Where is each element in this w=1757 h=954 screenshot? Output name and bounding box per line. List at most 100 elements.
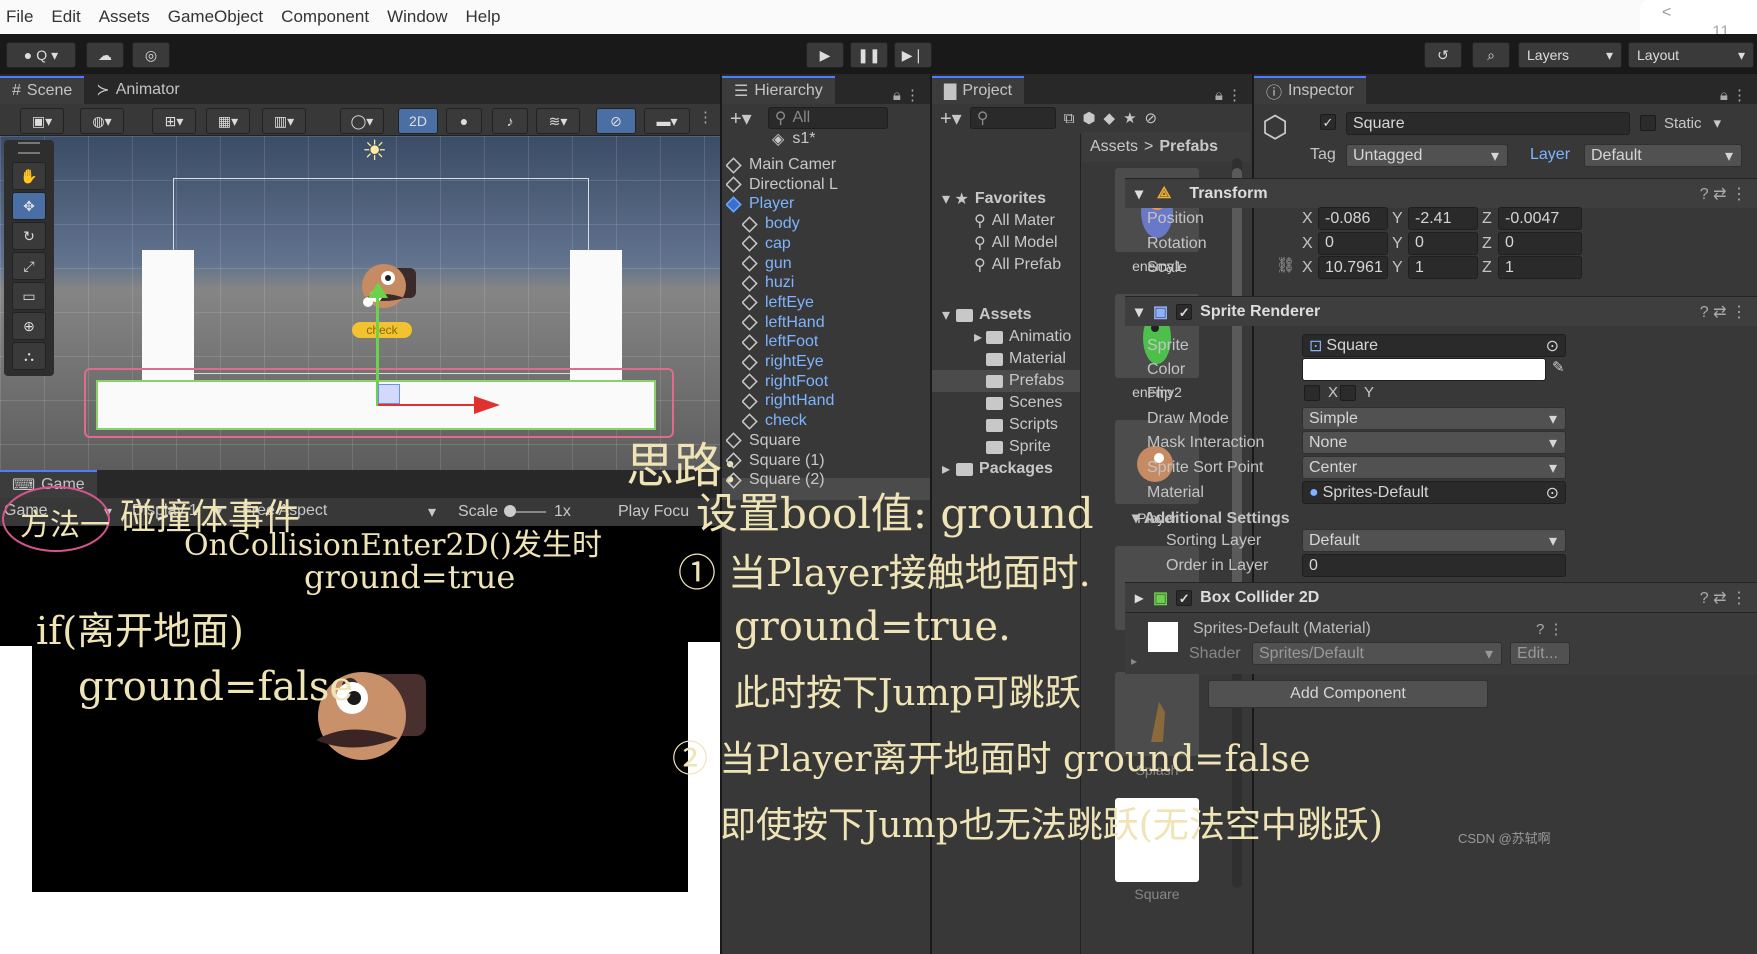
camera-icon[interactable]: ▬▾: [644, 108, 690, 134]
audio-icon[interactable]: ♪: [492, 108, 528, 134]
folder-material[interactable]: Material: [986, 348, 1066, 370]
check-object[interactable]: check: [352, 322, 412, 338]
hierarchy-item[interactable]: rightEye: [742, 351, 824, 373]
grid-icon[interactable]: ▦▾: [206, 108, 250, 134]
hierarchy-item[interactable]: Square: [726, 430, 801, 452]
shading-icon[interactable]: ◯▾: [340, 108, 384, 134]
filter-icon[interactable]: ⧉: [1064, 110, 1075, 127]
project-search[interactable]: ⚲: [969, 107, 1056, 129]
gizmo-plane-handle[interactable]: [378, 384, 400, 404]
menu-component[interactable]: Component: [281, 7, 369, 27]
scale-slider[interactable]: Scale 1x: [444, 503, 604, 521]
hand-tool-icon[interactable]: ✋: [12, 162, 46, 190]
fav-all-models[interactable]: ⚲ All Model: [974, 232, 1058, 254]
move-tool-icon[interactable]: ✥: [12, 192, 46, 220]
breadcrumb-assets[interactable]: Assets: [1090, 138, 1138, 156]
pause-button[interactable]: ❚❚: [850, 42, 888, 68]
sprite-renderer-header[interactable]: ▾ ▣ ✓ Sprite Renderer? ⇄ ⋮: [1125, 296, 1757, 326]
history-icon[interactable]: ↺: [1424, 42, 1462, 68]
rect-tool-icon[interactable]: ▭: [12, 282, 46, 310]
material-foldout-icon[interactable]: ▸: [1131, 654, 1137, 668]
assets-header[interactable]: ▾ Assets: [942, 304, 1032, 326]
scale-tool-icon[interactable]: ⤢: [12, 252, 46, 280]
sprite-renderer-enabled[interactable]: ✓: [1176, 303, 1193, 320]
transform-tool-icon[interactable]: ⊕: [12, 312, 46, 340]
hierarchy-item[interactable]: body: [742, 213, 800, 235]
component-menu-icon[interactable]: ? ⇄ ⋮: [1700, 588, 1747, 608]
flip-x-checkbox[interactable]: X: [1304, 384, 1338, 401]
favorites-header[interactable]: ▾ ★ Favorites: [942, 188, 1046, 210]
draw-mode-dropdown[interactable]: Simple ▾: [1302, 407, 1566, 430]
sorting-layer-dropdown[interactable]: Default ▾: [1302, 529, 1566, 552]
folder-scenes[interactable]: Scenes: [986, 392, 1062, 414]
sort-point-dropdown[interactable]: Center ▾: [1302, 456, 1566, 479]
hierarchy-search[interactable]: ⚲ All: [767, 107, 888, 129]
globe-icon[interactable]: ◍▾: [80, 108, 124, 134]
label-icon[interactable]: ◆: [1104, 109, 1116, 127]
increment-icon[interactable]: ▥▾: [262, 108, 306, 134]
hierarchy-item[interactable]: rightHand: [742, 390, 834, 412]
tab-inspector[interactable]: ⓘ Inspector: [1254, 76, 1366, 104]
rotate-tool-icon[interactable]: ↻: [12, 222, 46, 250]
transform-x-field[interactable]: 0: [1318, 231, 1388, 255]
hierarchy-item[interactable]: Main Camer: [726, 154, 836, 176]
menu-window[interactable]: Window: [387, 7, 447, 27]
play-button[interactable]: ▶: [806, 42, 844, 68]
folder-animation[interactable]: ▸ Animatio: [974, 326, 1071, 348]
inspector-lock-icon[interactable]: 🔒︎ ⋮: [1720, 86, 1747, 104]
menu-gameobject[interactable]: GameObject: [168, 7, 263, 27]
menu-help[interactable]: Help: [466, 7, 501, 27]
breadcrumb-prefabs[interactable]: Prefabs: [1159, 138, 1218, 156]
transform-header[interactable]: ▾ ⟁ Transform? ⇄ ⋮: [1125, 178, 1757, 208]
fav-all-prefabs[interactable]: ⚲ All Prefab: [974, 254, 1061, 276]
menu-edit[interactable]: Edit: [51, 7, 80, 27]
tab-scene[interactable]: # Scene: [0, 76, 85, 104]
light-icon[interactable]: ●: [446, 108, 482, 134]
mask-dropdown[interactable]: None ▾: [1302, 431, 1566, 454]
visibility-icon[interactable]: ⊘: [596, 108, 636, 134]
object-name-field[interactable]: Square: [1346, 112, 1630, 135]
add-component-button[interactable]: Add Component: [1208, 680, 1488, 708]
hierarchy-item[interactable]: huzi: [742, 272, 794, 294]
star-icon[interactable]: ★: [1123, 109, 1136, 127]
hierarchy-item[interactable]: leftHand: [742, 312, 825, 334]
layers-dropdown[interactable]: Layers ▾: [1518, 42, 1622, 68]
type-icon[interactable]: ⬢: [1082, 109, 1095, 127]
tab-project[interactable]: ▇ Project: [932, 76, 1025, 104]
snap-icon[interactable]: ⊞▾: [152, 108, 196, 134]
transform-z-field[interactable]: -0.0047: [1498, 207, 1582, 230]
hierarchy-item[interactable]: cap: [742, 233, 791, 255]
sprite-field[interactable]: ⊡ Square ⊙: [1302, 334, 1566, 357]
edit-shader-button[interactable]: Edit...: [1510, 642, 1570, 665]
additional-settings-foldout[interactable]: ▾ Additional Settings: [1132, 508, 1290, 528]
transform-z-field[interactable]: 0: [1498, 231, 1582, 255]
folder-scripts[interactable]: Scripts: [986, 414, 1058, 436]
color-swatch[interactable]: [1302, 358, 1546, 381]
mode-2d-button[interactable]: 2D: [398, 108, 438, 134]
collab-icon[interactable]: ◎: [132, 42, 170, 68]
flip-y-checkbox[interactable]: Y: [1340, 384, 1374, 401]
play-focus-select[interactable]: Play Focu: [604, 503, 689, 521]
hierarchy-item[interactable]: leftEye: [742, 292, 814, 314]
folder-prefabs[interactable]: Prefabs: [986, 370, 1064, 392]
lock-icon[interactable]: 🔒︎ ⋮: [893, 86, 920, 104]
material-field[interactable]: ● Sprites-Default ⊙: [1302, 481, 1566, 504]
transform-x-field[interactable]: -0.086: [1318, 207, 1388, 230]
add-icon[interactable]: +▾: [730, 106, 752, 131]
hierarchy-item[interactable]: Directional L: [726, 174, 838, 196]
transform-z-field[interactable]: 1: [1498, 256, 1582, 279]
folder-sprite[interactable]: Sprite: [986, 436, 1051, 458]
hierarchy-item[interactable]: Player: [726, 193, 794, 215]
component-menu-icon[interactable]: ? ⇄ ⋮: [1700, 302, 1747, 322]
project-add-icon[interactable]: +▾: [940, 106, 962, 131]
transform-y-field[interactable]: 1: [1408, 256, 1478, 279]
tab-animator[interactable]: ≻ Animator: [84, 76, 191, 104]
tag-dropdown[interactable]: Untagged ▾: [1346, 144, 1508, 167]
scene-root[interactable]: ◈ s1*: [772, 128, 815, 150]
transform-y-field[interactable]: 0: [1408, 231, 1478, 255]
hierarchy-item[interactable]: leftFoot: [742, 331, 818, 353]
active-checkbox[interactable]: ✓: [1320, 114, 1344, 131]
box-collider-enabled[interactable]: ✓: [1176, 589, 1193, 606]
menu-file[interactable]: File: [6, 7, 33, 27]
object-picker-icon[interactable]: ⊙: [1546, 336, 1559, 356]
